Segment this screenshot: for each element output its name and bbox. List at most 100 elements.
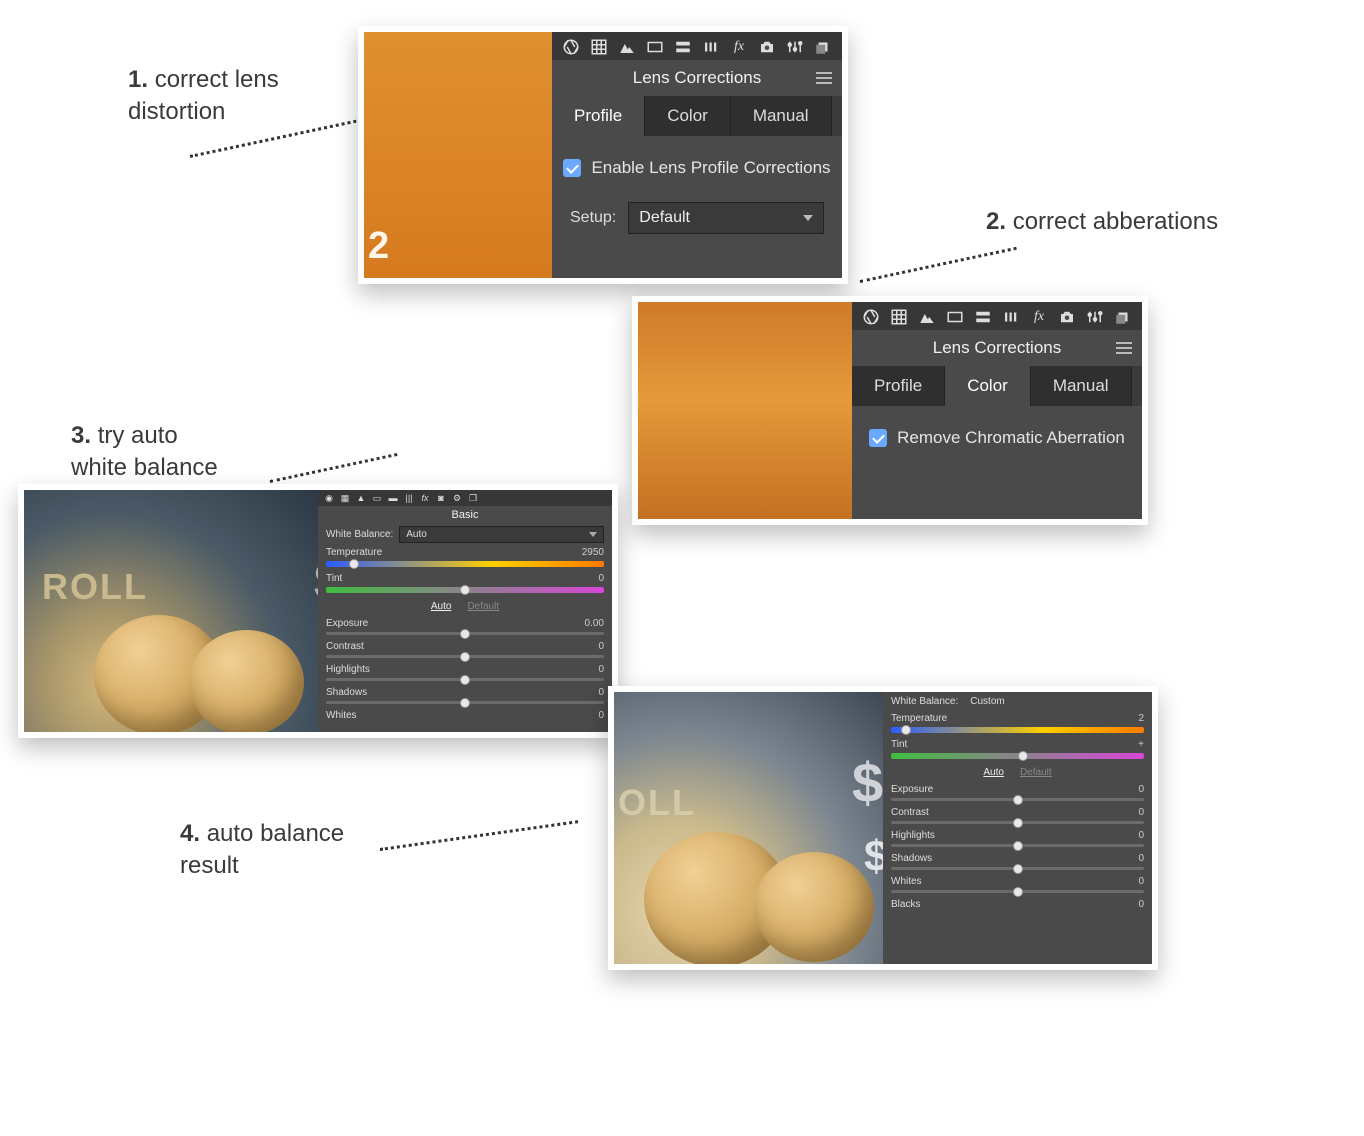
screenshot-panel-2: fx Lens Corrections Profile Color Manual… [632,296,1148,525]
lens-corrections-panel: fx Lens Corrections Profile Color Manual… [552,32,842,278]
exposure-value: 0.00 [585,618,604,629]
temperature-value: 2950 [582,547,604,558]
white-balance-label: White Balance: [326,529,393,540]
blacks-label: Blacks [891,899,920,910]
chevron-down-icon [803,215,813,221]
caption-4: 4. auto balance result [180,818,344,883]
shadows-value: 0 [1138,853,1144,864]
fx-icon[interactable]: fx [1030,308,1048,326]
tab-profile[interactable]: Profile [552,96,645,136]
tab-color[interactable]: Color [645,96,731,136]
sliders-icon[interactable] [786,38,804,56]
dotted-connector [860,247,1017,283]
whites-label: Whites [326,710,357,721]
mountain-icon[interactable]: ▲ [356,493,366,503]
split-icon[interactable] [974,308,992,326]
tint-label: Tint [891,739,907,750]
highlights-label: Highlights [326,664,370,675]
caption-2: 2. correct abberations [986,206,1218,238]
contrast-slider[interactable] [891,821,1144,824]
remove-chromatic-aberration-label: Remove Chromatic Aberration [897,428,1125,448]
remove-chromatic-aberration-checkbox[interactable] [869,429,887,447]
tint-slider[interactable] [326,587,604,593]
mountain-icon[interactable] [918,308,936,326]
aperture-icon[interactable]: ◉ [324,493,334,503]
shadows-slider[interactable] [326,701,604,704]
dotted-connector [380,820,578,851]
fx-icon[interactable]: fx [420,493,430,503]
whites-value: 0 [1138,876,1144,887]
menu-icon[interactable] [816,69,832,87]
fx-icon[interactable]: fx [730,38,748,56]
mountain-icon[interactable] [618,38,636,56]
aperture-icon[interactable] [862,308,880,326]
bars-icon[interactable] [1002,308,1020,326]
auto-button[interactable]: Auto [431,601,452,612]
grid-icon[interactable] [590,38,608,56]
iconbar: fx [552,32,842,60]
card-icon[interactable] [946,308,964,326]
whites-value: 0 [598,710,604,721]
photo-text-roll: OLL [618,782,696,824]
exposure-slider[interactable] [891,798,1144,801]
temperature-slider[interactable] [326,561,604,567]
tab-manual[interactable]: Manual [1031,366,1132,406]
whites-slider[interactable] [891,890,1144,893]
default-button[interactable]: Default [467,601,499,612]
sliders-icon[interactable] [1086,308,1104,326]
photo-price: $2 [864,832,883,882]
enable-lens-profile-checkbox[interactable] [563,159,581,177]
split-icon[interactable]: ▬ [388,493,398,503]
highlights-value: 0 [598,664,604,675]
sliders-icon[interactable]: ⚙ [452,493,462,503]
temperature-slider[interactable] [891,727,1144,733]
exposure-slider[interactable] [326,632,604,635]
lens-corrections-panel: fx Lens Corrections Profile Color Manual… [852,302,1142,519]
dotted-connector [270,453,398,483]
temperature-value: 2 [1138,713,1144,724]
layers-icon[interactable]: ❐ [468,493,478,503]
layers-icon[interactable] [814,38,832,56]
contrast-value: 0 [1138,807,1144,818]
photo-price: $2 [314,552,318,612]
layers-icon[interactable] [1114,308,1132,326]
highlights-slider[interactable] [891,844,1144,847]
camera-icon[interactable]: ◙ [436,493,446,503]
exposure-label: Exposure [891,784,933,795]
tab-color[interactable]: Color [945,366,1031,406]
grid-icon[interactable]: ▦ [340,493,350,503]
aperture-icon[interactable] [562,38,580,56]
tab-manual[interactable]: Manual [731,96,832,136]
card-icon[interactable]: ▭ [372,493,382,503]
camera-icon[interactable] [758,38,776,56]
tab-profile[interactable]: Profile [852,366,945,406]
setup-label: Setup: [570,209,616,227]
highlights-slider[interactable] [326,678,604,681]
default-button[interactable]: Default [1020,767,1052,778]
tabs: Profile Color Manual [852,366,1142,406]
white-balance-dropdown[interactable]: Custom [964,694,1144,709]
tint-value: + [1138,739,1144,750]
screenshot-panel-1: 2 fx Lens Corrections Profile Col [358,26,848,284]
contrast-slider[interactable] [326,655,604,658]
grid-icon[interactable] [890,308,908,326]
chevron-down-icon [589,532,597,537]
white-balance-dropdown[interactable]: Auto [399,526,604,543]
shadows-slider[interactable] [891,867,1144,870]
auto-button[interactable]: Auto [983,767,1004,778]
card-icon[interactable] [646,38,664,56]
split-icon[interactable] [674,38,692,56]
screenshot-panel-4: OLL $2 $2 White Balance: Custom Temperat… [608,686,1158,970]
setup-dropdown[interactable]: Default [628,202,824,234]
camera-icon[interactable] [1058,308,1076,326]
photo-price: $2 [852,750,883,815]
exposure-value: 0 [1138,784,1144,795]
bars-icon[interactable]: ||| [404,493,414,503]
enable-lens-profile-label: Enable Lens Profile Corrections [591,158,830,178]
bars-icon[interactable] [702,38,720,56]
basic-panel: ◉ ▦ ▲ ▭ ▬ ||| fx ◙ ⚙ ❐ Basic White Balan… [318,490,612,732]
exposure-label: Exposure [326,618,368,629]
tint-slider[interactable] [891,753,1144,759]
contrast-value: 0 [598,641,604,652]
menu-icon[interactable] [1116,339,1132,357]
